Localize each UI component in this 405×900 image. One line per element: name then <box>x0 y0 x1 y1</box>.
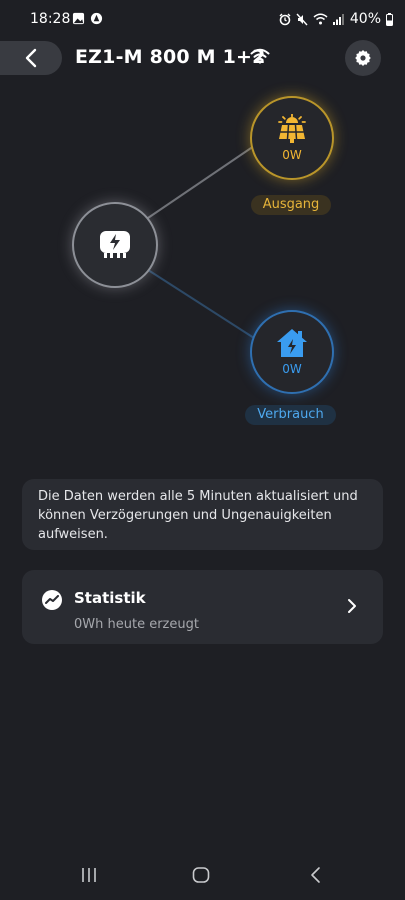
info-notice: Die Daten werden alle 5 Minuten aktualis… <box>22 479 383 550</box>
statistics-title: Statistik <box>74 589 146 607</box>
solar-power-value: 0W <box>282 148 302 162</box>
recent-apps-button[interactable] <box>80 866 98 884</box>
home-icon <box>277 329 307 357</box>
home-node[interactable]: 0W <box>250 310 334 394</box>
flow-lines <box>144 145 255 339</box>
line-to-solar <box>144 145 255 221</box>
consumption-label: Verbrauch <box>245 405 336 425</box>
inverter-icon <box>100 231 130 258</box>
info-text: Die Daten werden alle 5 Minuten aktualis… <box>38 489 358 542</box>
solar-node[interactable]: 0W <box>250 96 334 180</box>
inverter-node <box>72 202 158 288</box>
solar-panel-icon <box>278 114 306 143</box>
chevron-right-icon <box>348 599 356 613</box>
line-to-home <box>144 267 255 339</box>
statistics-subtitle: 0Wh heute erzeugt <box>74 617 199 632</box>
home-button[interactable] <box>192 866 210 884</box>
chart-trend-icon <box>42 590 62 610</box>
back-nav-button[interactable] <box>307 866 325 884</box>
home-power-value: 0W <box>282 362 302 376</box>
statistics-card[interactable]: Statistik 0Wh heute erzeugt <box>22 570 383 644</box>
output-label: Ausgang <box>251 195 331 215</box>
